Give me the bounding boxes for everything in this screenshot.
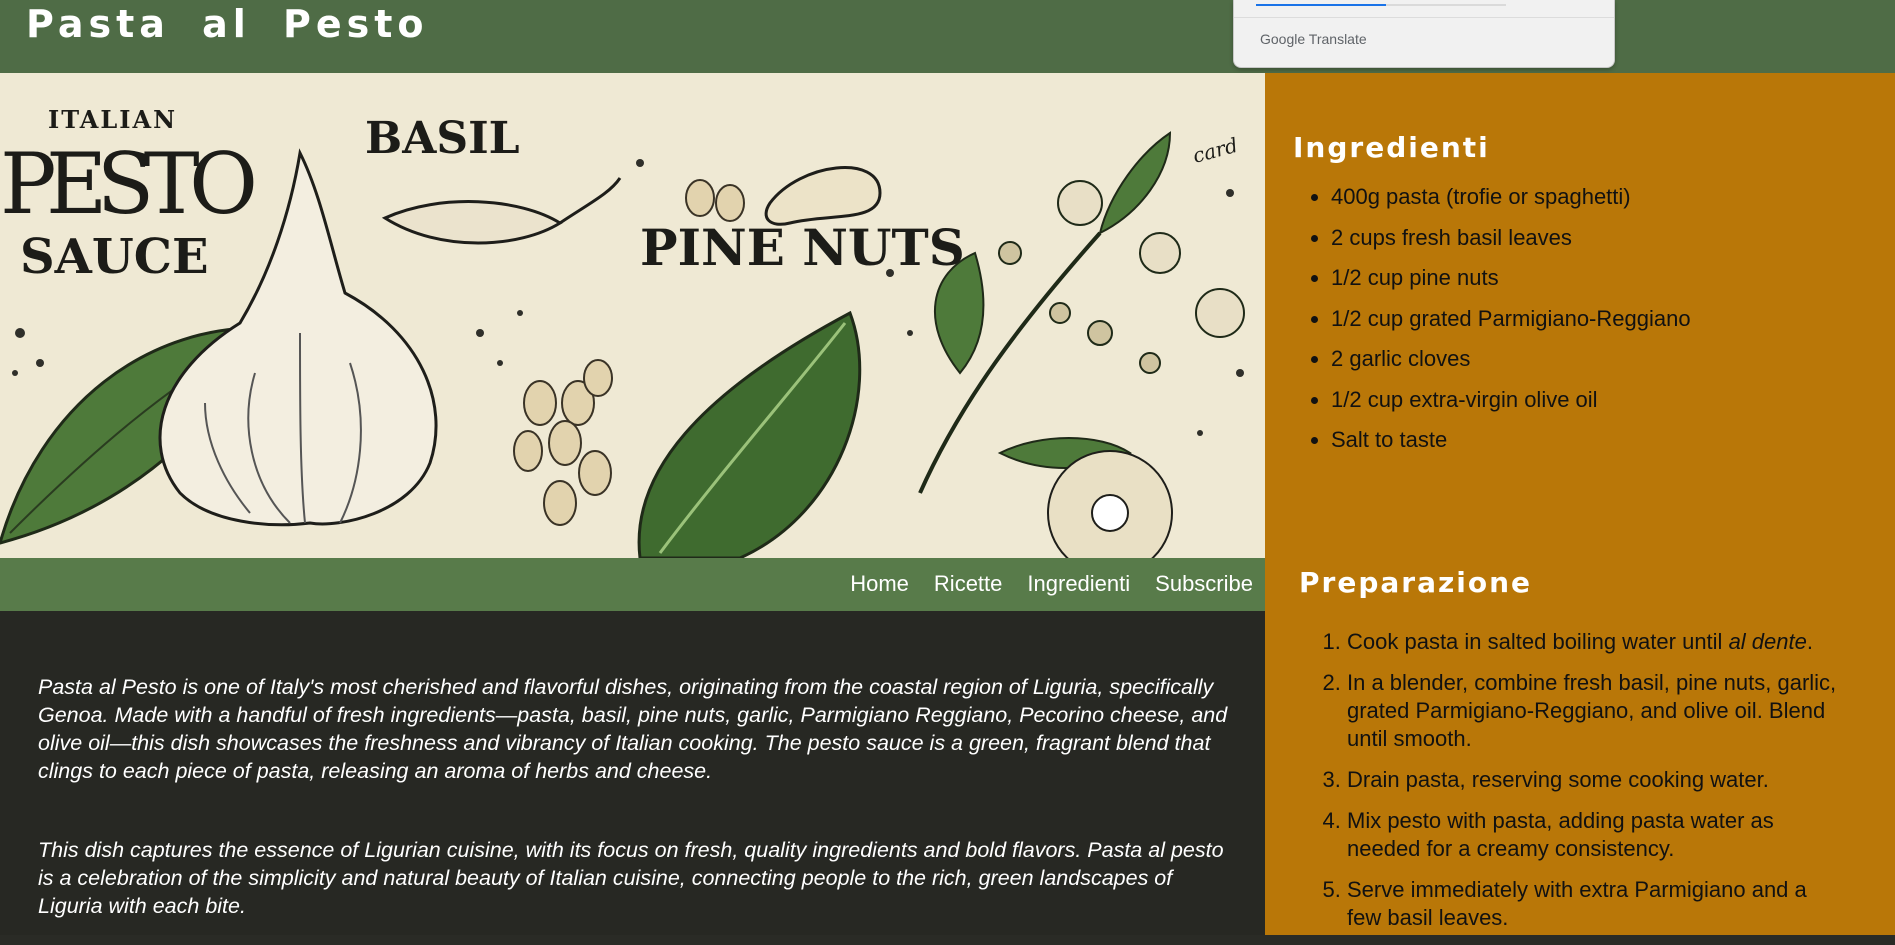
step-emphasis: al dente xyxy=(1728,629,1807,654)
step-tail: . xyxy=(1806,629,1813,654)
preparation-step: Mix pesto with pasta, adding pasta water… xyxy=(1347,807,1847,863)
step-text: In a blender, combine fresh basil, pine … xyxy=(1347,670,1837,751)
ingredient-item: 1/2 cup grated Parmigiano-Reggiano xyxy=(1331,305,1891,332)
preparation-step: Cook pasta in salted boiling water until… xyxy=(1347,628,1847,656)
preparation-step: In a blender, combine fresh basil, pine … xyxy=(1347,669,1847,753)
preparation-step: Serve immediately with extra Parmigiano … xyxy=(1347,876,1847,932)
top-bar: Pasta al Pesto Google Translate xyxy=(0,0,1895,73)
ingredient-item: Salt to taste xyxy=(1331,426,1891,453)
hero-label-basil: BASIL xyxy=(365,113,520,164)
hero-label-sauce: SAUCE xyxy=(20,229,209,285)
ingredient-item: 1/2 cup pine nuts xyxy=(1331,264,1891,291)
ingredients-list: 400g pasta (trofie or spaghetti) 2 cups … xyxy=(1293,183,1891,467)
intro-paragraph: Pasta al Pesto is one of Italy's most ch… xyxy=(38,675,1228,783)
preparation-heading: Preparazione xyxy=(1299,566,1533,599)
preparation-steps: Cook pasta in salted boiling water until… xyxy=(1301,628,1847,945)
site-title: Pasta al Pesto xyxy=(26,2,429,46)
nav-list: Home Ricette Ingredienti Subscribe xyxy=(850,571,1253,597)
hero-illustration: ITALIAN PESTO SAUCE BASIL PINE NUTS card xyxy=(0,73,1265,558)
step-text: Cook pasta in salted boiling water until xyxy=(1347,629,1729,654)
nav-item-ricette[interactable]: Ricette xyxy=(934,571,1002,597)
ingredients-heading: Ingredienti xyxy=(1293,131,1490,164)
hero-label-pesto: PESTO xyxy=(0,135,258,233)
step-text: Serve immediately with extra Parmigiano … xyxy=(1347,877,1807,930)
google-translate-widget[interactable]: Google Translate xyxy=(1233,0,1615,68)
translate-branding: Google Translate xyxy=(1260,31,1367,47)
translate-select-underline[interactable] xyxy=(1256,4,1386,6)
nav-item-ingredienti[interactable]: Ingredienti xyxy=(1027,571,1130,597)
essence-paragraph: This dish captures the essence of Liguri… xyxy=(38,838,1224,918)
preparation-step: Drain pasta, reserving some cooking wate… xyxy=(1347,766,1847,794)
ingredient-item: 400g pasta (trofie or spaghetti) xyxy=(1331,183,1891,210)
nav-item-subscribe[interactable]: Subscribe xyxy=(1155,571,1253,597)
translate-divider xyxy=(1234,17,1614,18)
hero-label-italian: ITALIAN xyxy=(48,105,177,134)
translate-label: Translate xyxy=(1308,31,1367,47)
recipe-sidebar: Ingredienti 400g pasta (trofie or spaghe… xyxy=(1265,73,1895,935)
google-logo-text: Google xyxy=(1260,31,1306,47)
step-text: Mix pesto with pasta, adding pasta water… xyxy=(1347,808,1774,861)
ingredient-item: 2 cups fresh basil leaves xyxy=(1331,224,1891,251)
main-nav: Home Ricette Ingredienti Subscribe xyxy=(0,558,1265,611)
ingredient-item: 2 garlic cloves xyxy=(1331,345,1891,372)
main-content: Pasta al Pesto is one of Italy's most ch… xyxy=(0,611,1265,935)
hero-label-pine-nuts: PINE NUTS xyxy=(640,218,965,277)
ingredient-item: 1/2 cup extra-virgin olive oil xyxy=(1331,386,1891,413)
hero-artwork: ITALIAN PESTO SAUCE BASIL PINE NUTS card xyxy=(0,73,1265,558)
step-text: Drain pasta, reserving some cooking wate… xyxy=(1347,767,1769,792)
nav-item-home[interactable]: Home xyxy=(850,571,909,597)
